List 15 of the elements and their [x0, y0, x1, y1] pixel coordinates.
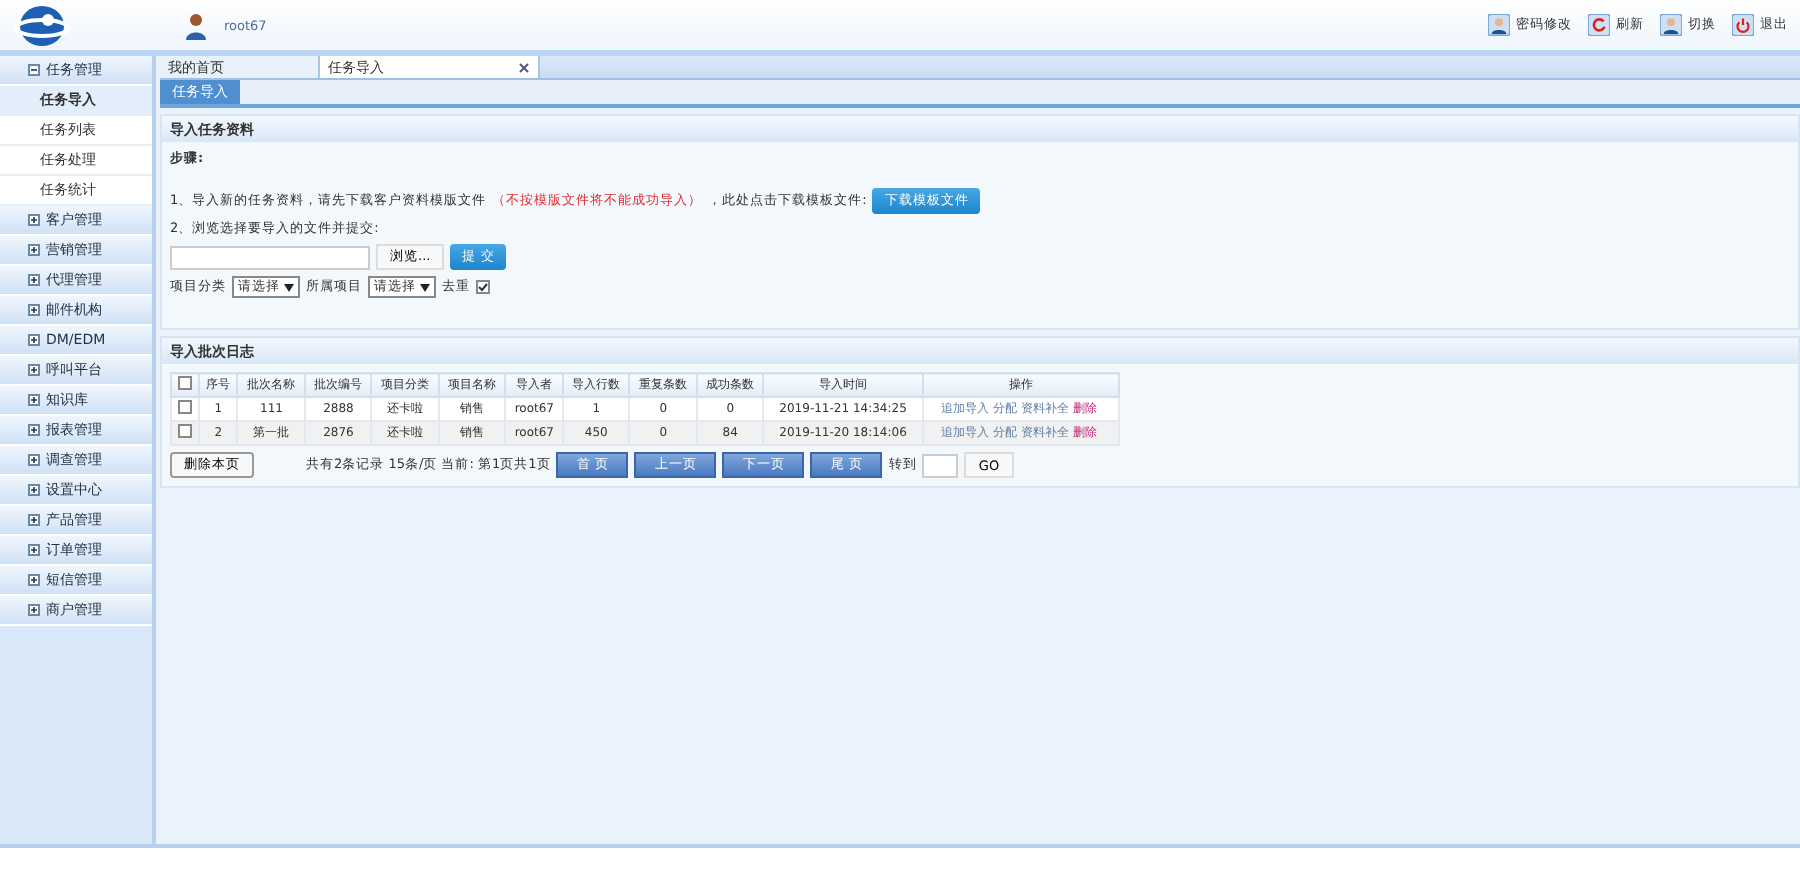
- page-field[interactable]: [922, 453, 959, 477]
- person-icon: [184, 11, 208, 39]
- user-icon: [1660, 14, 1682, 36]
- close-icon[interactable]: [518, 61, 530, 73]
- user-icon: [1488, 14, 1510, 36]
- caret-icon: [284, 283, 294, 291]
- caret-icon: [420, 283, 430, 291]
- refresh-icon: [1588, 14, 1610, 36]
- checkbox[interactable]: [177, 400, 192, 414]
- checkbox[interactable]: [476, 280, 490, 294]
- globe-logo: [12, 3, 72, 47]
- checkbox[interactable]: [177, 424, 192, 438]
- file-field[interactable]: [170, 245, 370, 269]
- checkbox[interactable]: [177, 376, 192, 390]
- power-icon: [1732, 14, 1754, 36]
